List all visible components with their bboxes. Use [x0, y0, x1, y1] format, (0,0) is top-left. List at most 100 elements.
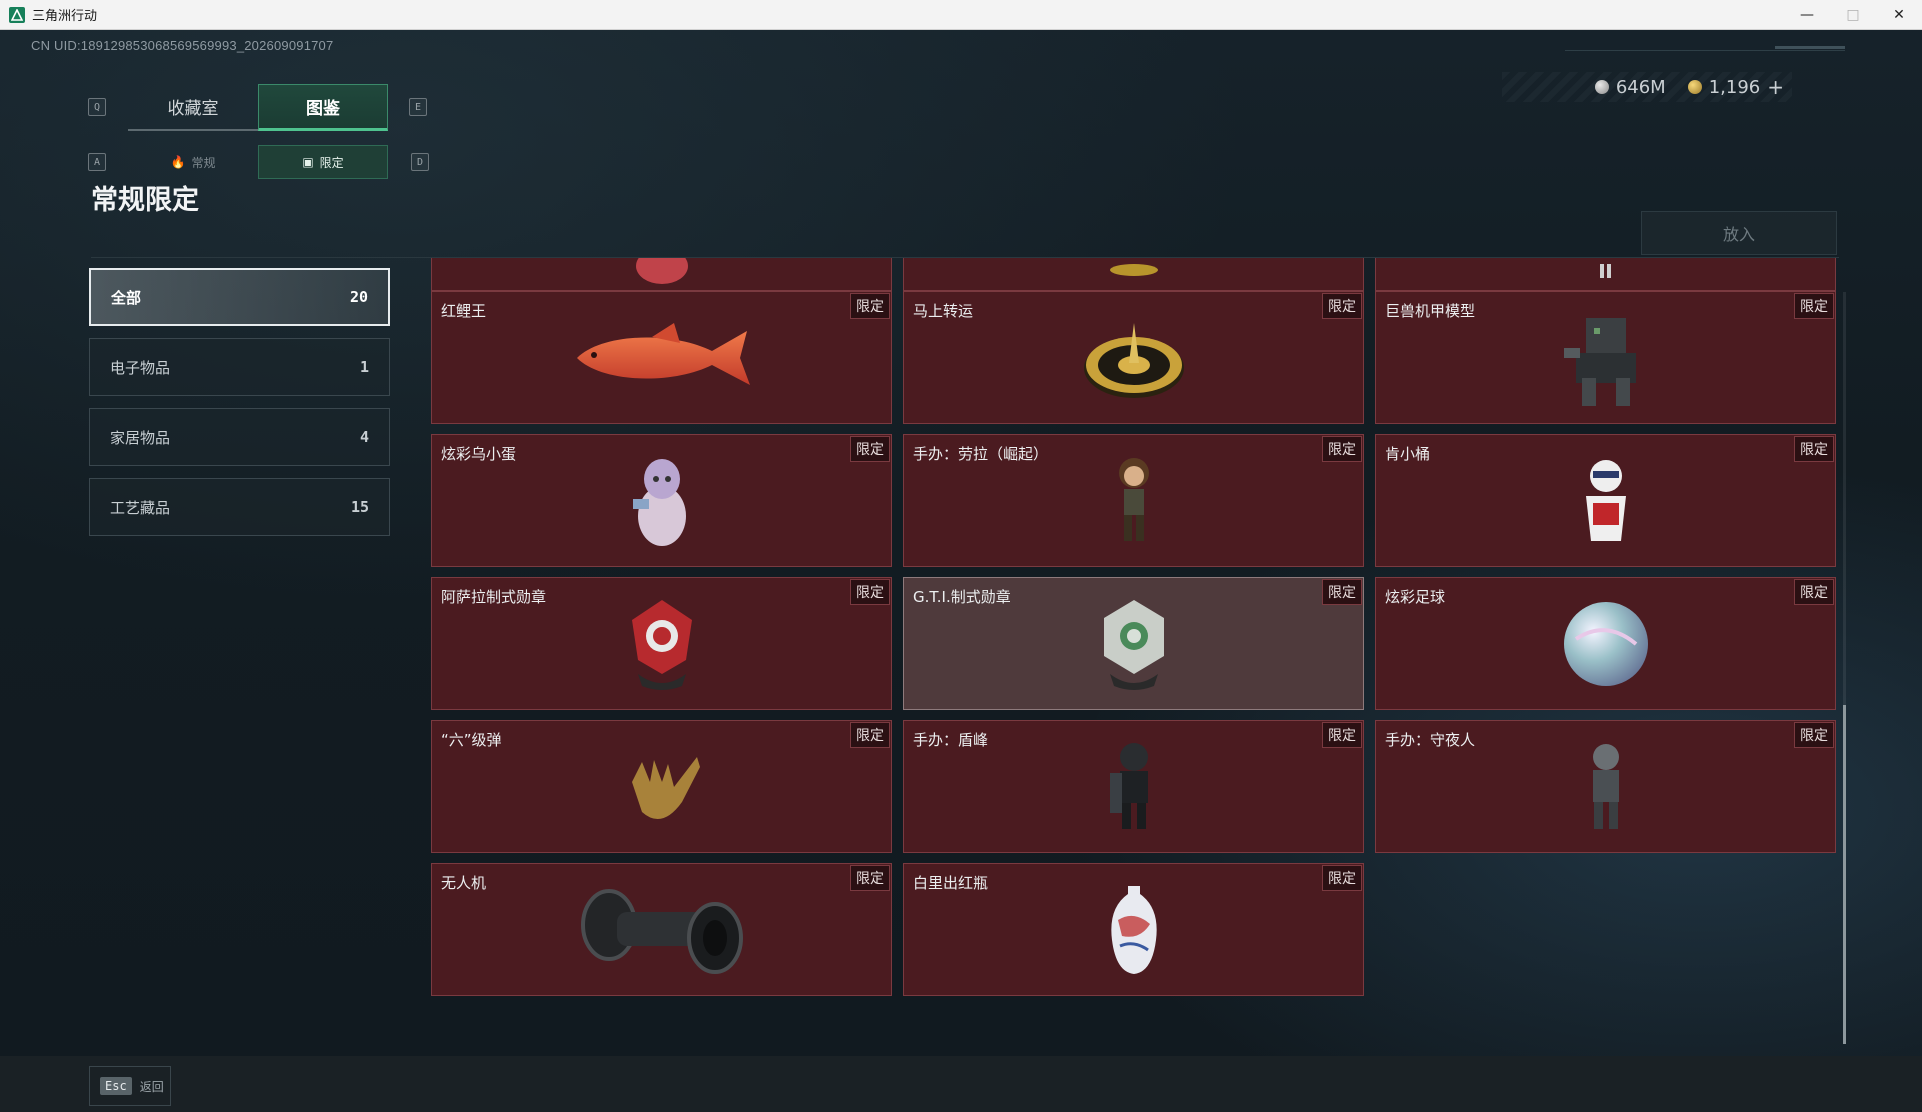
- gold-amount: 1,196: [1708, 76, 1761, 98]
- collection-card-selected[interactable]: G.T.I.制式勋章 限定: [903, 577, 1364, 710]
- item-name: 炫彩足球: [1385, 588, 1446, 606]
- collection-card[interactable]: 手办：盾峰 限定: [903, 720, 1364, 853]
- filter-count: 1: [359, 358, 369, 376]
- add-currency-button[interactable]: +: [1767, 75, 1784, 99]
- silver-coin-icon: [1594, 80, 1609, 94]
- collection-card[interactable]: “六”级弹 限定: [431, 720, 892, 853]
- key-hint-q: Q: [88, 98, 106, 116]
- item-name: 白里出红瓶: [913, 874, 989, 892]
- limited-tag: 限定: [1322, 436, 1362, 462]
- filter-count: 15: [350, 498, 369, 516]
- filter-count: 20: [349, 288, 368, 306]
- golden-disc-icon: [1034, 303, 1234, 413]
- esc-key: Esc: [100, 1077, 132, 1095]
- back-button[interactable]: Esc 返回: [89, 1066, 171, 1106]
- item-name: 手办：守夜人: [1385, 731, 1476, 749]
- main-tabs: 收藏室 图鉴: [128, 84, 388, 131]
- green-medal-icon: [1034, 589, 1234, 699]
- limited-tag: 限定: [850, 579, 890, 605]
- collection-card[interactable]: 红鲤王 限定: [431, 291, 892, 424]
- item-name: 无人机: [441, 874, 487, 892]
- limited-tag: 限定: [1794, 436, 1834, 462]
- limited-tag: 限定: [1322, 579, 1362, 605]
- subtab-regular[interactable]: 🔥 常规: [128, 145, 258, 179]
- collection-card-partial[interactable]: [431, 258, 892, 291]
- tab-collection-room[interactable]: 收藏室: [128, 84, 258, 131]
- collection-card[interactable]: 手办：劳拉（崛起） 限定: [903, 434, 1364, 567]
- collection-card[interactable]: 炫彩乌小蛋 限定: [431, 434, 892, 567]
- filter-label: 家居物品: [110, 428, 171, 447]
- collection-card-partial[interactable]: [903, 258, 1364, 291]
- item-name: 马上转运: [913, 302, 974, 320]
- collection-card[interactable]: 阿萨拉制式勋章 限定: [431, 577, 892, 710]
- mech-model-icon: [1506, 303, 1706, 413]
- shield-figure-icon: [1034, 732, 1234, 842]
- nightwatch-figure-icon: [1506, 732, 1706, 842]
- item-name: 巨兽机甲模型: [1385, 302, 1476, 320]
- user-uid: CN UID:189129853068569569993_20260909170…: [31, 38, 334, 53]
- filter-all[interactable]: 全部 20: [89, 268, 390, 326]
- filter-crafts[interactable]: 工艺藏品 15: [89, 478, 390, 536]
- limited-tag: 限定: [1322, 865, 1362, 891]
- decor-line: [1775, 46, 1845, 49]
- collection-card[interactable]: 马上转运 限定: [903, 291, 1364, 424]
- limited-tag: 限定: [1794, 722, 1834, 748]
- filter-electronics[interactable]: 电子物品 1: [89, 338, 390, 396]
- limited-tag: 限定: [850, 436, 890, 462]
- gold-coin-icon: [1687, 80, 1702, 94]
- key-hint-e: E: [409, 98, 427, 116]
- collection-card[interactable]: 肯小桶 限定: [1375, 434, 1836, 567]
- section-title: 常规限定: [91, 185, 199, 216]
- item-name: 红鲤王: [441, 302, 487, 320]
- game-viewport: CN UID:189129853068569569993_20260909170…: [0, 30, 1922, 1112]
- sub-tabs: 🔥 常规 ▣ 限定: [128, 145, 388, 179]
- collection-card[interactable]: 无人机 限定: [431, 863, 892, 996]
- subtab-regular-label: 常规: [191, 155, 216, 170]
- item-name: 肯小桶: [1385, 445, 1431, 463]
- red-medal-icon: [562, 589, 762, 699]
- filter-household[interactable]: 家居物品 4: [89, 408, 390, 466]
- place-button[interactable]: 放入: [1641, 211, 1837, 255]
- minimize-icon[interactable]: —: [1784, 0, 1830, 30]
- item-name: “六”级弹: [441, 731, 502, 749]
- window-titlebar: 三角洲行动 — □ ✕: [0, 0, 1922, 30]
- currency-bar: 646M 1,196 +: [1502, 72, 1792, 102]
- subtab-limited[interactable]: ▣ 限定: [258, 145, 388, 179]
- item-name: G.T.I.制式勋章: [913, 588, 1011, 606]
- grid-scrollbar-thumb[interactable]: [1843, 705, 1846, 1044]
- lara-figure-icon: [1034, 446, 1234, 556]
- close-icon[interactable]: ✕: [1876, 0, 1922, 30]
- filter-label: 电子物品: [110, 358, 171, 377]
- limited-tag: 限定: [1322, 722, 1362, 748]
- vase-icon: [1034, 875, 1234, 985]
- back-label: 返回: [139, 1079, 164, 1094]
- filter-label: 全部: [111, 288, 142, 307]
- item-name: 阿萨拉制式勋章: [441, 588, 547, 606]
- app-logo-icon: [9, 6, 25, 23]
- item-name: 炫彩乌小蛋: [441, 445, 517, 463]
- limited-tag: 限定: [1794, 579, 1834, 605]
- item-name: 手办：盾峰: [913, 731, 989, 749]
- collection-card[interactable]: 巨兽机甲模型 限定: [1375, 291, 1836, 424]
- maximize-icon[interactable]: □: [1830, 0, 1876, 30]
- key-hint-d: D: [411, 153, 429, 171]
- collection-card[interactable]: 炫彩足球 限定: [1375, 577, 1836, 710]
- collection-card-partial[interactable]: [1375, 258, 1836, 291]
- silver-currency: 646M: [1594, 76, 1666, 98]
- filter-label: 工艺藏品: [110, 498, 171, 517]
- egg-figure-icon: [562, 446, 762, 556]
- collection-card[interactable]: 白里出红瓶 限定: [903, 863, 1364, 996]
- limited-tag: 限定: [1794, 293, 1834, 319]
- bottom-bar: [0, 1056, 1922, 1112]
- window-title: 三角洲行动: [32, 9, 98, 24]
- limited-tag: 限定: [1322, 293, 1362, 319]
- limited-tag: 限定: [850, 722, 890, 748]
- item-name: 手办：劳拉（崛起）: [913, 445, 1049, 463]
- collection-card[interactable]: 手办：守夜人 限定: [1375, 720, 1836, 853]
- tab-catalog[interactable]: 图鉴: [258, 84, 388, 131]
- bucket-figure-icon: [1506, 446, 1706, 556]
- hand-gesture-icon: [562, 732, 762, 842]
- silver-amount: 646M: [1615, 76, 1666, 98]
- key-hint-a: A: [88, 153, 106, 171]
- iridescent-ball-icon: [1506, 589, 1706, 699]
